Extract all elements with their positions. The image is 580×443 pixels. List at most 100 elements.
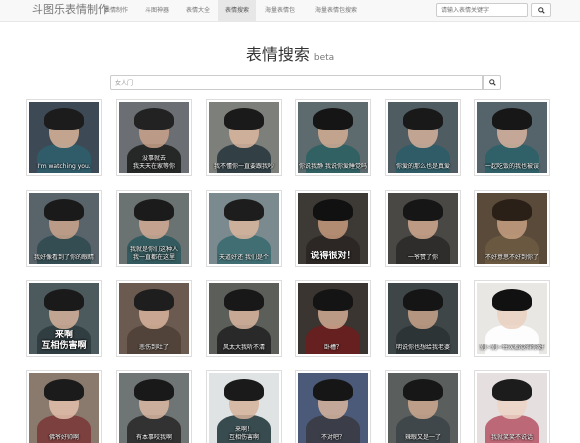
sticker-tile[interactable]: 风太大我听不清 [206, 280, 282, 357]
sticker-image: 我不懂你一直要跟我吵 [209, 102, 279, 173]
page-heading: 表情搜索 beta [0, 41, 580, 65]
figure-hair [44, 379, 84, 401]
sticker-caption: 明说你也想给我老婆 [395, 344, 450, 351]
sticker-tile[interactable]: 一起吃饭的我也被误 [474, 99, 550, 176]
sticker-tile[interactable]: 你说我静 我说你爱睡觉吗 [295, 99, 371, 176]
nav-item-artifact[interactable]: 斗图神器 [137, 0, 177, 21]
sticker-tile[interactable]: 你爱的那么也是真爱 [385, 99, 461, 176]
sticker-tile[interactable]: 辣眼又是一了 [385, 370, 461, 443]
figure-hair [492, 108, 532, 130]
sticker-tile[interactable]: 我好像看到了你的眼睛 [26, 190, 102, 267]
sticker-caption: 我就笑笑不说话 [490, 434, 533, 441]
nav-item-make[interactable]: 表情制作 [96, 0, 136, 21]
sticker-tile[interactable]: I'm watching you. [26, 99, 102, 176]
sticker-image: 我就是你们这种人 我一直都在这里 [119, 193, 189, 264]
sticker-image: 没事就去 我天天在家等你 [119, 102, 189, 173]
figure-hair [134, 108, 174, 130]
sticker-tile[interactable]: 佛爷好帅啊 [26, 370, 102, 443]
sticker-image: 别~别~每次都觉得你好 [477, 283, 547, 354]
sticker-caption: 天道好还 我们是个 [219, 254, 269, 261]
figure-hair [44, 108, 84, 130]
sticker-caption: 别~别~每次都觉得你好 [479, 344, 545, 351]
nav-search-input[interactable] [436, 3, 528, 17]
figure-hair [492, 379, 532, 401]
sticker-caption: 没事就去 我天天在家等你 [132, 155, 175, 170]
figure-hair [44, 289, 84, 311]
sticker-image: 我好像看到了你的眼睛 [29, 193, 99, 264]
sticker-image: I'm watching you. [29, 102, 99, 173]
beta-badge: beta [313, 53, 335, 63]
figure-hair [403, 379, 443, 401]
figure-hair [224, 379, 264, 401]
figure-hair [134, 289, 174, 311]
sticker-tile[interactable]: 不好意思不好到你了 [474, 190, 550, 267]
sticker-caption: 我不懂你一直要跟我吵 [213, 163, 274, 170]
figure-hair [224, 289, 264, 311]
sticker-tile[interactable]: 明说你也想给我老婆 [385, 280, 461, 357]
sticker-caption: 风太大我听不清 [222, 344, 265, 351]
sticker-image: 明说你也想给我老婆 [388, 283, 458, 354]
sticker-caption: 来啊 互相伤害啊 [41, 330, 87, 351]
search-icon [489, 79, 496, 86]
nav-search-button[interactable] [531, 3, 551, 17]
figure-hair [134, 379, 174, 401]
sticker-tile[interactable]: 我不懂你一直要跟我吵 [206, 99, 282, 176]
figure-hair [313, 108, 353, 130]
sticker-image: 卧槽？ [298, 283, 368, 354]
sticker-image: 来啊 互相伤害啊 [29, 283, 99, 354]
sticker-tile[interactable]: 有本事咬我啊 [116, 370, 192, 443]
sticker-caption: 说得很对！ [310, 251, 356, 261]
sticker-tile[interactable]: 一爷赞了你 [385, 190, 461, 267]
figure-hair [313, 289, 353, 311]
sticker-tile[interactable]: 悲伤到吐了 [116, 280, 192, 357]
sticker-image: 有本事咬我啊 [119, 373, 189, 443]
sticker-tile[interactable]: 来啊！ 互相伤害啊 [206, 370, 282, 443]
figure-hair [403, 289, 443, 311]
sticker-caption: 一起吃饭的我也被误 [484, 163, 539, 170]
sticker-image: 天道好还 我们是个 [209, 193, 279, 264]
sticker-image: 风太大我听不清 [209, 283, 279, 354]
figure-hair [224, 108, 264, 130]
figure-hair [403, 108, 443, 130]
search-icon [538, 7, 545, 14]
sticker-image: 辣眼又是一了 [388, 373, 458, 443]
sticker-image: 一起吃饭的我也被误 [477, 102, 547, 173]
nav-item-collection[interactable]: 表情大全 [178, 0, 218, 21]
sticker-caption: 佛爷好帅啊 [48, 434, 79, 441]
top-navbar: 斗图乐表情制作 表情制作 斗图神器 表情大全 表情搜索 海量表情包 海量表情包搜… [0, 0, 580, 22]
sticker-caption: 来啊！ 互相伤害啊 [228, 426, 259, 441]
sticker-tile[interactable]: 来啊 互相伤害啊 [26, 280, 102, 357]
sticker-tile[interactable]: 别~别~每次都觉得你好 [474, 280, 550, 357]
sticker-caption: 不对吧？ [320, 434, 345, 441]
sticker-tile[interactable]: 天道好还 我们是个 [206, 190, 282, 267]
nav-item-massive[interactable]: 海量表情包 [258, 0, 302, 21]
sticker-image: 说得很对！ [298, 193, 368, 264]
nav-item-massive-search[interactable]: 海量表情包搜索 [305, 0, 367, 21]
sticker-image: 佛爷好帅啊 [29, 373, 99, 443]
figure-hair [492, 289, 532, 311]
sticker-tile[interactable]: 不对吧？ [295, 370, 371, 443]
sticker-caption: 一爷赞了你 [407, 254, 438, 261]
sticker-caption: 我好像看到了你的眼睛 [33, 254, 94, 261]
sticker-tile[interactable]: 没事就去 我天天在家等你 [116, 99, 192, 176]
sticker-caption: 你爱的那么也是真爱 [395, 163, 450, 170]
figure-hair [313, 199, 353, 221]
sticker-caption: 悲伤到吐了 [138, 344, 169, 351]
sticker-image: 悲伤到吐了 [119, 283, 189, 354]
page-title: 表情搜索 [245, 45, 310, 64]
sticker-tile[interactable]: 我就是你们这种人 我一直都在这里 [116, 190, 192, 267]
sticker-tile[interactable]: 说得很对！ [295, 190, 371, 267]
sticker-image: 不好意思不好到你了 [477, 193, 547, 264]
sticker-image: 我就笑笑不说话 [477, 373, 547, 443]
sticker-caption: 我就是你们这种人 我一直都在这里 [129, 246, 178, 261]
sticker-tile[interactable]: 我就笑笑不说话 [474, 370, 550, 443]
sticker-caption: 有本事咬我啊 [135, 434, 172, 441]
search-button[interactable] [483, 75, 501, 90]
figure-hair [313, 379, 353, 401]
sticker-caption: 卧槽？ [323, 344, 342, 351]
sticker-tile[interactable]: 卧槽？ [295, 280, 371, 357]
nav-item-search[interactable]: 表情搜索 [218, 0, 256, 21]
sticker-caption: 辣眼又是一了 [404, 434, 441, 441]
search-input[interactable] [110, 75, 483, 90]
figure-hair [44, 199, 84, 221]
